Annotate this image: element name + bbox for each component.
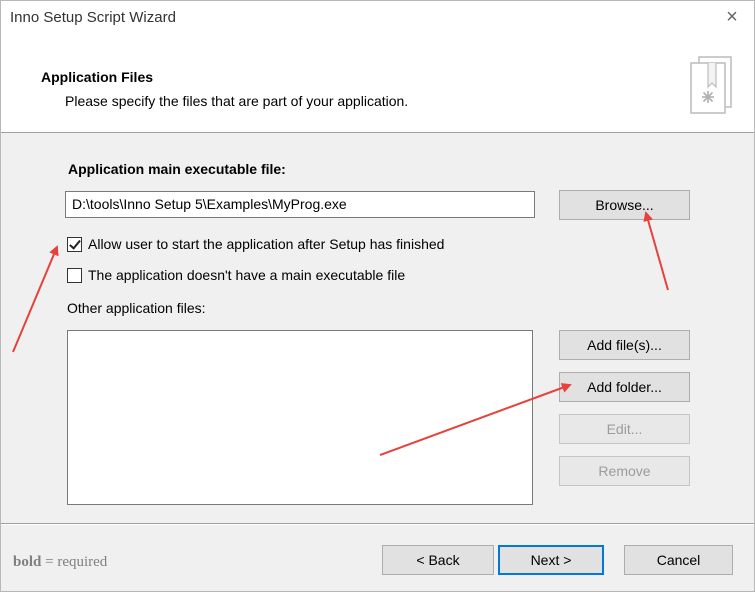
remove-button[interactable]: Remove: [559, 456, 690, 486]
main-exe-label: Application main executable file:: [68, 161, 286, 177]
browse-button[interactable]: Browse...: [559, 190, 690, 220]
window-title: Inno Setup Script Wizard: [10, 9, 176, 26]
allow-start-label[interactable]: Allow user to start the application afte…: [88, 236, 444, 252]
other-files-label: Other application files:: [67, 300, 206, 316]
wizard-header: Application Files Please specify the fil…: [1, 35, 754, 133]
allow-start-checkbox[interactable]: [67, 236, 82, 252]
page-subtitle: Please specify the files that are part o…: [65, 93, 409, 109]
title-bar: Inno Setup Script Wizard ×: [1, 1, 754, 35]
add-files-button[interactable]: Add file(s)...: [559, 330, 690, 360]
add-folder-button[interactable]: Add folder...: [559, 372, 690, 402]
hint-text: = required: [41, 554, 108, 570]
main-exe-input[interactable]: D:\tools\Inno Setup 5\Examples\MyProg.ex…: [65, 191, 535, 218]
no-main-exe-option[interactable]: The application doesn't have a main exec…: [67, 265, 405, 285]
next-button[interactable]: Next >: [498, 545, 604, 575]
page-title: Application Files: [41, 69, 154, 85]
no-main-exe-checkbox[interactable]: [67, 267, 82, 283]
wizard-window: Inno Setup Script Wizard × Application F…: [0, 0, 755, 592]
close-icon[interactable]: ×: [720, 6, 744, 29]
allow-start-option[interactable]: Allow user to start the application afte…: [67, 234, 444, 254]
wizard-page-icon: [690, 56, 732, 114]
required-hint: bold = required: [13, 554, 107, 571]
cancel-button[interactable]: Cancel: [624, 545, 733, 575]
edit-button[interactable]: Edit...: [559, 414, 690, 444]
no-main-exe-label[interactable]: The application doesn't have a main exec…: [88, 267, 405, 283]
back-button[interactable]: < Back: [382, 545, 494, 575]
hint-bold-word: bold: [13, 554, 42, 570]
other-files-list[interactable]: [67, 330, 533, 505]
